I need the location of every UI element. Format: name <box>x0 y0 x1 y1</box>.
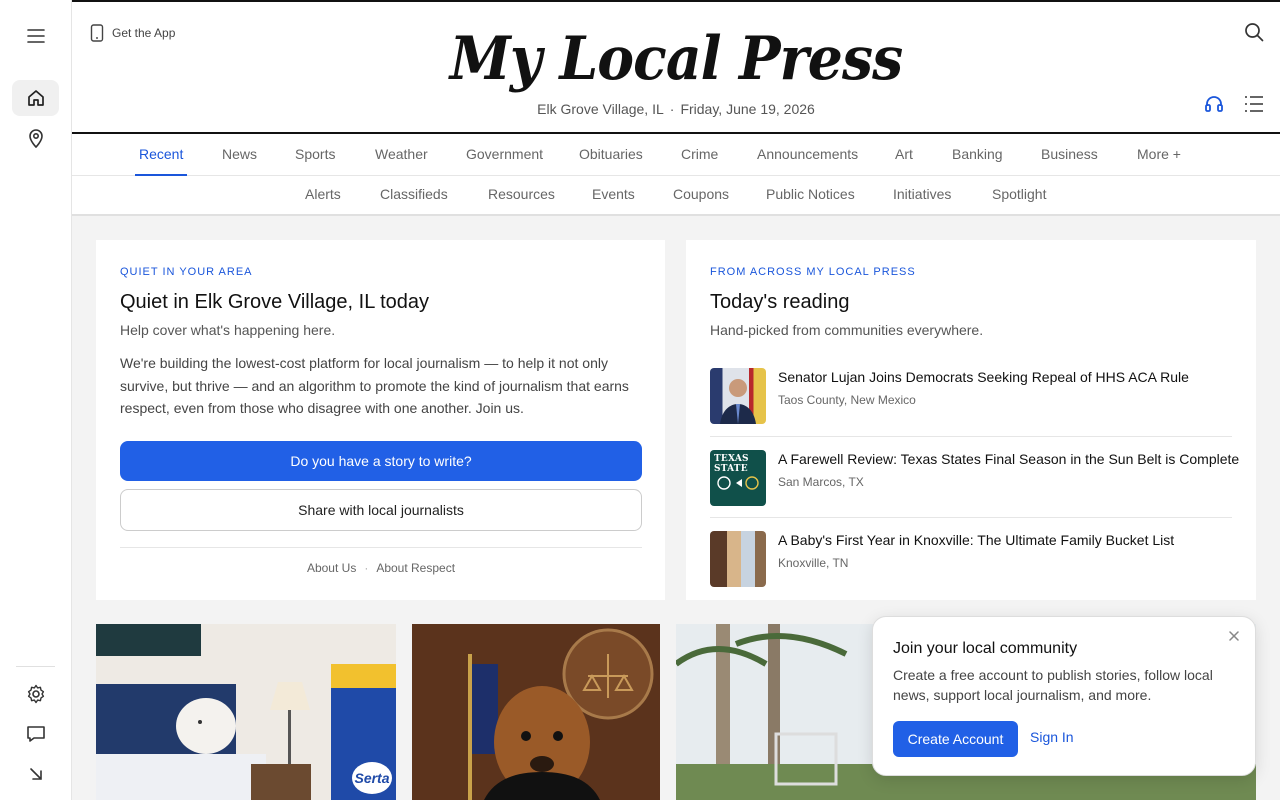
search-icon[interactable] <box>1240 18 1268 46</box>
tab-business[interactable]: Business <box>1041 136 1098 176</box>
tab-spotlight[interactable]: Spotlight <box>992 176 1046 216</box>
story-location: Knoxville, TN <box>778 556 849 570</box>
about-respect-link[interactable]: About Respect <box>376 561 455 575</box>
link-separator: · <box>364 561 369 575</box>
tab-government[interactable]: Government <box>466 136 543 176</box>
close-icon[interactable] <box>1227 629 1241 643</box>
tab-public-notices[interactable]: Public Notices <box>766 176 855 216</box>
site-header: Get the App My Local Press Elk Grove Vil… <box>72 0 1280 134</box>
write-story-button[interactable]: Do you have a story to write? <box>120 441 642 481</box>
collapse-arrow-icon[interactable] <box>12 756 59 792</box>
masthead-logo[interactable]: My Local Press <box>120 26 1231 92</box>
secondary-nav: Alerts Classifieds Resources Events Coup… <box>72 176 1280 216</box>
join-community-popup: Join your local community Create a free … <box>872 616 1256 776</box>
location-pin-icon[interactable] <box>12 120 59 156</box>
left-rail <box>0 0 72 800</box>
serta-logo: Serta <box>352 762 392 794</box>
date-label: Friday, June 19, 2026 <box>680 101 815 117</box>
tab-weather[interactable]: Weather <box>375 136 428 176</box>
dateline-separator: · <box>669 101 675 117</box>
card-subtitle: Hand-picked from communities everywhere. <box>710 322 984 338</box>
card-eyebrow: FROM ACROSS MY LOCAL PRESS <box>710 266 916 278</box>
card-subtitle: Help cover what's happening here. <box>120 322 336 338</box>
home-icon[interactable] <box>12 80 59 116</box>
tab-more[interactable]: More + <box>1137 136 1181 176</box>
article-tile-mattress[interactable]: Serta <box>96 624 396 800</box>
story-title: Senator Lujan Joins Democrats Seeking Re… <box>778 369 1189 385</box>
tab-announcements[interactable]: Announcements <box>757 136 858 176</box>
primary-nav: Recent News Sports Weather Government Ob… <box>72 136 1280 176</box>
story-divider <box>710 517 1232 518</box>
card-title: Quiet in Elk Grove Village, IL today <box>120 291 430 313</box>
menu-icon[interactable] <box>12 18 59 54</box>
location-label: Elk Grove Village, IL <box>537 101 664 117</box>
card-divider <box>120 547 642 548</box>
tab-sports[interactable]: Sports <box>295 136 335 176</box>
story-thumbnail <box>710 368 766 424</box>
story-thumbnail <box>710 531 766 587</box>
dateline: Elk Grove Village, IL · Friday, June 19, 2… <box>72 101 1280 117</box>
story-location: San Marcos, TX <box>778 475 864 489</box>
story-location: Taos County, New Mexico <box>778 393 916 407</box>
tab-initiatives[interactable]: Initiatives <box>893 176 951 216</box>
tab-obituaries[interactable]: Obituaries <box>579 136 643 176</box>
tab-coupons[interactable]: Coupons <box>673 176 729 216</box>
card-body: We're building the lowest-cost platform … <box>120 355 629 416</box>
tab-art[interactable]: Art <box>895 136 913 176</box>
story-item[interactable]: A Baby's First Year in Knoxville: The Ul… <box>710 531 1232 600</box>
story-thumbnail: TEXAS STATE <box>710 450 766 506</box>
story-title: A Baby's First Year in Knoxville: The Ul… <box>778 532 1175 548</box>
card-footer-links: About Us · About Respect <box>120 561 642 575</box>
sign-in-link[interactable]: Sign In <box>1030 729 1074 745</box>
tab-recent[interactable]: Recent <box>135 136 188 176</box>
popup-text: Create a free account to publish stories… <box>893 667 1213 703</box>
headphones-icon[interactable] <box>1200 90 1228 118</box>
settings-icon[interactable] <box>12 676 59 712</box>
tab-classifieds[interactable]: Classifieds <box>380 176 448 216</box>
phone-icon <box>90 24 104 42</box>
tab-alerts[interactable]: Alerts <box>305 176 341 216</box>
story-divider <box>710 436 1232 437</box>
tab-crime[interactable]: Crime <box>681 136 718 176</box>
tab-events[interactable]: Events <box>592 176 635 216</box>
tab-news[interactable]: News <box>222 136 257 176</box>
popup-title: Join your local community <box>893 640 1078 657</box>
tab-resources[interactable]: Resources <box>488 176 555 216</box>
tab-banking[interactable]: Banking <box>952 136 1003 176</box>
quiet-area-card: QUIET IN YOUR AREA Quiet in Elk Grove Vi… <box>96 240 665 600</box>
story-item[interactable]: TEXAS STATE A Farewell Review: Texas Sta… <box>710 450 1239 530</box>
rail-divider <box>16 666 55 667</box>
article-tile-court[interactable] <box>412 624 660 800</box>
card-title: Today's reading <box>710 291 850 313</box>
create-account-button[interactable]: Create Account <box>893 721 1018 757</box>
share-journalists-button[interactable]: Share with local journalists <box>120 489 642 531</box>
todays-reading-card: FROM ACROSS MY LOCAL PRESS Today's readi… <box>686 240 1256 600</box>
card-eyebrow: QUIET IN YOUR AREA <box>120 266 253 278</box>
list-icon[interactable] <box>1240 90 1268 118</box>
story-title: A Farewell Review: Texas States Final Se… <box>778 451 1240 467</box>
about-us-link[interactable]: About Us <box>307 561 356 575</box>
chat-icon[interactable] <box>12 716 59 752</box>
